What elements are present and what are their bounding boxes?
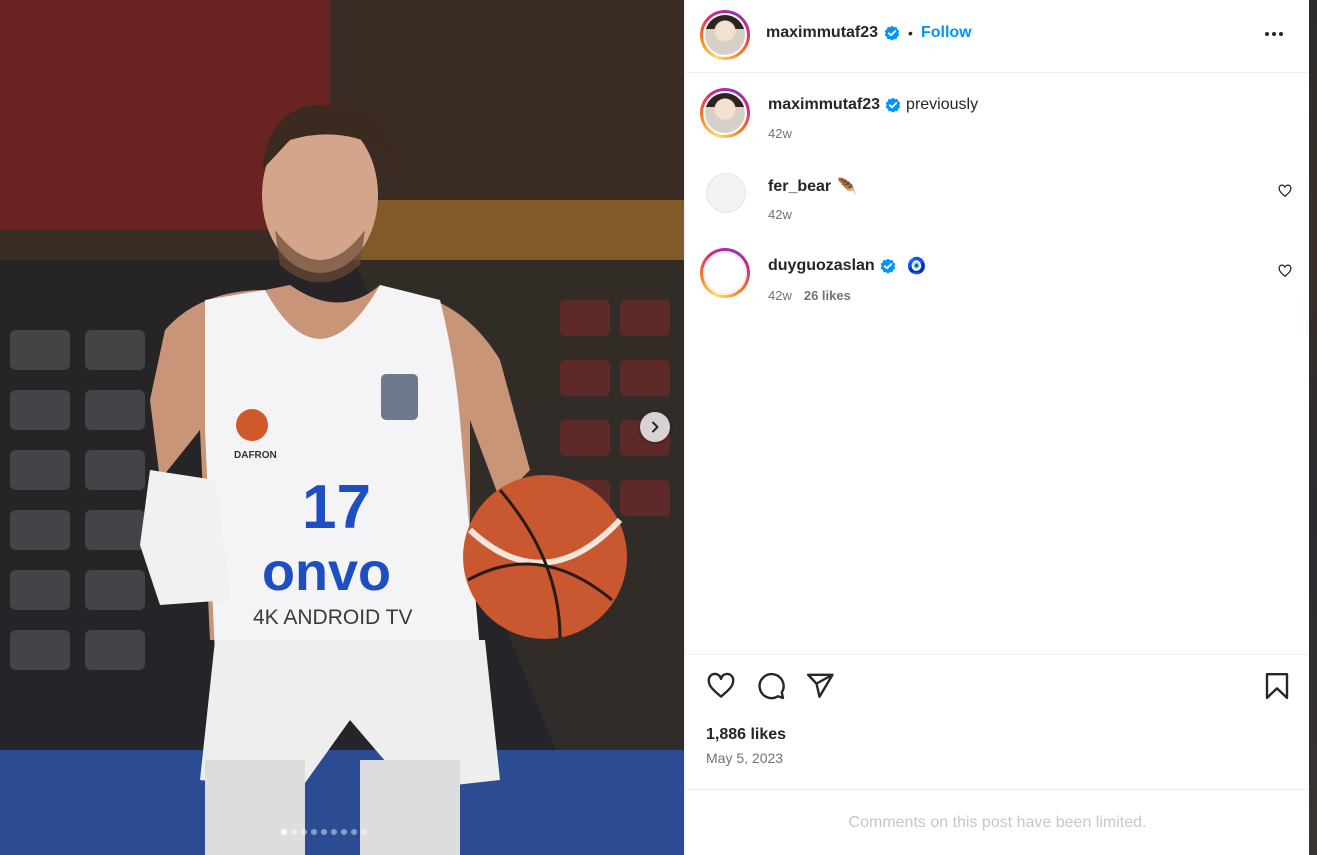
post-header: maximmutaf23 • Follow	[685, 0, 1310, 73]
comment-text: 🪶	[837, 179, 858, 196]
carousel-dot	[291, 829, 297, 835]
verified-badge-icon	[885, 97, 901, 113]
share-icon[interactable]	[805, 671, 835, 701]
jersey-sponsor-sub: 4K ANDROID TV	[253, 606, 413, 629]
comment-text: 🧿	[906, 258, 927, 275]
follow-button[interactable]: Follow	[921, 24, 972, 42]
carousel-dot	[321, 829, 327, 835]
comment-like-count[interactable]: 26 likes	[804, 288, 851, 303]
author-avatar[interactable]	[700, 10, 750, 60]
carousel-dot	[331, 829, 337, 835]
basketball-player-image: 17 onvo 4K ANDROID TV DAFRON	[0, 0, 684, 855]
league-patch	[381, 374, 418, 420]
jersey-number: 17	[302, 473, 371, 542]
post-side-panel: maximmutaf23 • Follow maximmutaf23 previ…	[684, 0, 1310, 855]
commenter-avatar[interactable]	[706, 173, 746, 213]
jersey-brand: DAFRON	[234, 450, 277, 461]
carousel-dot	[311, 829, 317, 835]
author-username[interactable]: maximmutaf23	[766, 24, 878, 42]
carousel-indicator	[281, 829, 367, 835]
carousel-dot	[351, 829, 357, 835]
carousel-dot	[301, 829, 307, 835]
post-photo[interactable]: 17 onvo 4K ANDROID TV DAFRON	[0, 0, 684, 855]
carousel-dot	[281, 829, 287, 835]
more-options-button[interactable]	[1264, 24, 1284, 49]
comments-limited-notice: Comments on this post have been limited.	[848, 814, 1147, 831]
comment-age[interactable]: 42w	[768, 288, 792, 303]
more-options-icon	[1265, 32, 1283, 36]
carousel-dot	[361, 829, 367, 835]
post-actions: 1,886 likes May 5, 2023	[685, 654, 1310, 790]
comment-icon[interactable]	[756, 671, 786, 701]
chevron-right-icon	[652, 421, 659, 433]
comment-age[interactable]: 42w	[768, 207, 792, 222]
post-caption: maximmutaf23 previously 42w	[685, 88, 1310, 148]
caption-username[interactable]: maximmutaf23	[768, 96, 880, 114]
bookmark-icon[interactable]	[1262, 671, 1292, 701]
caption-age[interactable]: 42w	[768, 126, 792, 141]
background-page-edge	[1309, 0, 1317, 855]
comment-item: fer_bear 🪶 42w	[685, 170, 1310, 230]
comment-like-icon[interactable]	[1278, 184, 1292, 198]
comment-item: duyguozaslan 🧿 42w 26 likes	[685, 248, 1310, 308]
verified-badge-icon	[884, 25, 900, 41]
comment-username[interactable]: fer_bear	[768, 178, 831, 196]
post-date: May 5, 2023	[706, 750, 784, 766]
comment-like-icon[interactable]	[1278, 264, 1292, 278]
caption-text: previously	[906, 96, 979, 113]
carousel-dot	[341, 829, 347, 835]
header-separator: •	[908, 25, 913, 41]
heart-icon[interactable]	[706, 671, 736, 701]
carousel-next-button[interactable]	[640, 412, 670, 442]
commenter-avatar[interactable]	[700, 248, 750, 298]
caption-avatar[interactable]	[700, 88, 750, 138]
verified-badge-icon	[880, 258, 895, 274]
like-count[interactable]: 1,886 likes	[706, 726, 786, 744]
comment-username[interactable]: duyguozaslan	[768, 257, 875, 275]
team-crest	[236, 409, 268, 441]
jersey-sponsor: onvo	[262, 542, 391, 602]
